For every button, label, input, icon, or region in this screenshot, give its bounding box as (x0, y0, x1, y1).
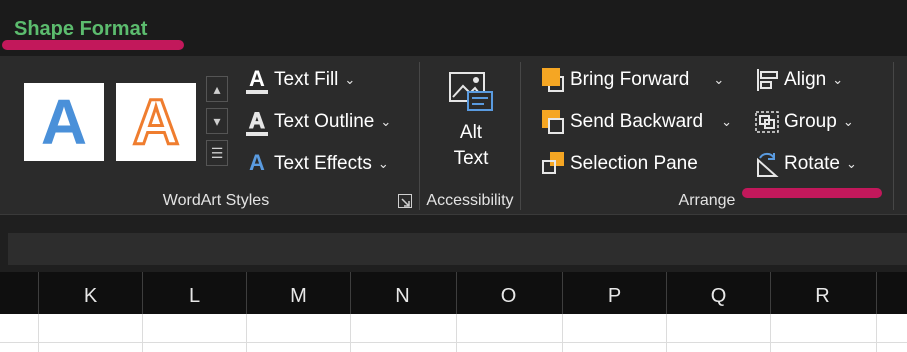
align-button[interactable]: Align ⌄ (754, 63, 843, 97)
wordart-preset-orange-outline[interactable]: A (116, 83, 196, 161)
send-backward-label: Send Backward (570, 111, 704, 132)
text-fill-button[interactable]: A Text Fill ⌄ (244, 63, 355, 97)
group-separator (419, 62, 420, 210)
wordart-preset-blue[interactable]: A (24, 83, 104, 161)
column-header-m[interactable]: M (246, 272, 350, 314)
bring-forward-icon (540, 66, 566, 94)
column-header-n[interactable]: N (350, 272, 454, 314)
group-icon (754, 108, 780, 136)
selection-pane-label: Selection Pane (570, 153, 698, 174)
text-effects-button[interactable]: A Text Effects ⌄ (244, 147, 389, 181)
cell-grid[interactable] (0, 314, 907, 352)
column-header-l[interactable]: L (142, 272, 246, 314)
formula-input[interactable] (8, 233, 907, 265)
alt-text-line1: Alt (459, 122, 483, 143)
text-fill-icon: A (244, 66, 270, 94)
grid-line (0, 342, 907, 343)
alt-text-line2: Text (453, 148, 489, 169)
grid-line (770, 314, 771, 352)
text-outline-label: Text Outline (274, 111, 375, 132)
selection-pane-icon (540, 150, 566, 178)
formula-bar (0, 214, 907, 272)
column-header-row: K L M N O P Q R (0, 272, 907, 314)
column-header-q[interactable]: Q (666, 272, 770, 314)
alt-text-button[interactable]: Alt Text (436, 68, 506, 178)
group-label: Group (784, 111, 837, 132)
text-effects-icon: A (249, 150, 265, 175)
ribbon: A A ▴ ▾ ☰ A Text Fill ⌄ A Text Outline ⌄… (0, 56, 907, 214)
gallery-scroll-down-button[interactable]: ▾ (206, 108, 228, 134)
column-header-o[interactable]: O (456, 272, 560, 314)
rotate-label: Rotate (784, 153, 840, 174)
group-button[interactable]: Group ⌄ (754, 105, 854, 139)
column-header-k[interactable]: K (38, 272, 142, 314)
chevron-down-icon: ⌄ (832, 72, 844, 87)
selection-pane-button[interactable]: Selection Pane (540, 147, 698, 181)
grid-line (876, 314, 877, 352)
text-fill-label: Text Fill (274, 69, 339, 90)
text-outline-icon: A (244, 108, 270, 136)
chevron-down-icon: ⌄ (845, 156, 857, 171)
grid-line (38, 314, 39, 352)
grid-line (350, 314, 351, 352)
column-header-next[interactable] (876, 272, 907, 314)
chevron-down-icon: ⌄ (344, 72, 356, 87)
wordart-preset-letter: A (131, 85, 180, 160)
bring-forward-label: Bring Forward (570, 69, 690, 90)
align-left-icon (754, 66, 780, 94)
send-backward-button[interactable]: Send Backward ⌄ (540, 105, 732, 139)
alt-text-label: Alt Text (436, 120, 506, 172)
text-effects-label: Text Effects (274, 153, 372, 174)
grid-line (666, 314, 667, 352)
dialog-launcher-icon[interactable] (398, 194, 412, 208)
group-label-wordart-styles: WordArt Styles (162, 192, 270, 209)
highlight-underline-shape-format (2, 40, 184, 50)
tab-bar: Shape Format (0, 0, 907, 56)
alt-text-icon (449, 72, 493, 111)
bring-forward-button[interactable]: Bring Forward ⌄ (540, 63, 724, 97)
wordart-preset-letter: A (40, 86, 88, 158)
grid-line (246, 314, 247, 352)
chevron-down-icon[interactable]: ⌄ (721, 114, 732, 130)
align-label: Align (784, 69, 827, 90)
rotate-icon (754, 150, 780, 178)
group-separator (520, 62, 521, 210)
gallery-more-button[interactable]: ☰ (206, 140, 228, 166)
chevron-down-icon: ⌄ (842, 114, 854, 129)
grid-line (142, 314, 143, 352)
grid-line (456, 314, 457, 352)
column-header-r[interactable]: R (770, 272, 874, 314)
chevron-down-icon: ⌄ (380, 114, 392, 129)
tab-shape-format[interactable]: Shape Format (14, 18, 147, 41)
gallery-scroll-up-button[interactable]: ▴ (206, 76, 228, 102)
column-header-p[interactable]: P (562, 272, 666, 314)
send-backward-icon (540, 108, 566, 136)
rotate-button[interactable]: Rotate ⌄ (754, 147, 857, 181)
group-label-accessibility: Accessibility (426, 192, 514, 209)
highlight-underline-group (742, 188, 882, 198)
chevron-down-icon[interactable]: ⌄ (713, 72, 724, 88)
group-separator (893, 62, 894, 210)
grid-line (562, 314, 563, 352)
text-outline-button[interactable]: A Text Outline ⌄ (244, 105, 391, 139)
chevron-down-icon: ⌄ (377, 156, 389, 171)
